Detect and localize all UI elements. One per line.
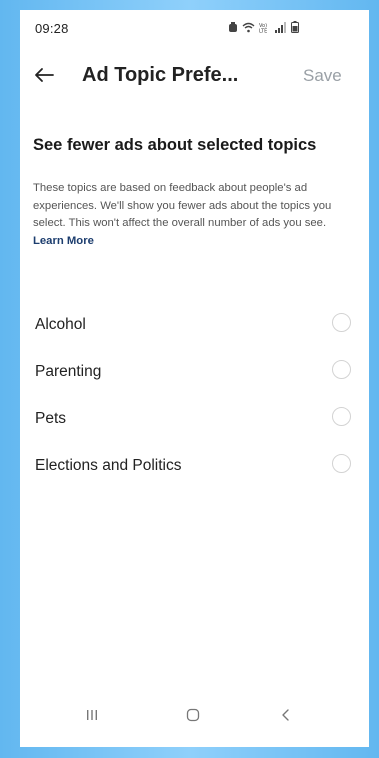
volte-icon: Vo) LTE (259, 22, 271, 33)
status-bar: 09:28 Vo) LTE (20, 10, 369, 50)
recent-apps-icon (87, 710, 97, 720)
recent-apps-button[interactable] (77, 700, 107, 730)
topic-item-parenting[interactable]: Parenting (20, 360, 369, 407)
topic-label: Parenting (35, 363, 102, 380)
app-header: Ad Topic Prefe... Save (20, 55, 369, 95)
home-button[interactable] (178, 700, 208, 730)
topic-item-elections-and-politics[interactable]: Elections and Politics (20, 454, 369, 501)
description-text: These topics are based on feedback about… (33, 182, 332, 229)
svg-text:LTE: LTE (259, 28, 267, 33)
back-button[interactable] (28, 59, 60, 91)
signal-icon (275, 21, 287, 33)
topic-list: Alcohol Parenting Pets Elections and Pol… (20, 313, 369, 501)
learn-more-link[interactable]: Learn More (33, 235, 94, 247)
battery-icon (291, 21, 299, 33)
topic-label: Pets (35, 410, 67, 427)
description: These topics are based on feedback about… (33, 180, 335, 250)
phone-screen: 09:28 Vo) LTE Ad Topic Prefe... Save See… (20, 10, 369, 747)
topic-label: Elections and Politics (35, 457, 182, 474)
wifi-icon (242, 22, 255, 33)
section-heading: See fewer ads about selected topics (33, 136, 317, 154)
topic-radio[interactable] (332, 407, 351, 426)
topic-radio[interactable] (332, 360, 351, 379)
back-arrow-icon (35, 68, 54, 82)
status-time: 09:28 (35, 21, 69, 36)
topic-radio[interactable] (332, 313, 351, 332)
page-title: Ad Topic Prefe... (82, 64, 239, 86)
alarm-icon (228, 21, 238, 33)
home-icon (186, 708, 200, 722)
topic-item-alcohol[interactable]: Alcohol (20, 313, 369, 360)
topic-radio[interactable] (332, 454, 351, 473)
status-icons: Vo) LTE (228, 21, 299, 33)
back-nav-button[interactable] (271, 700, 301, 730)
system-nav-bar (20, 700, 369, 730)
topic-item-pets[interactable]: Pets (20, 407, 369, 454)
save-button[interactable]: Save (303, 66, 342, 86)
topic-label: Alcohol (35, 316, 86, 333)
back-nav-icon (282, 709, 289, 721)
